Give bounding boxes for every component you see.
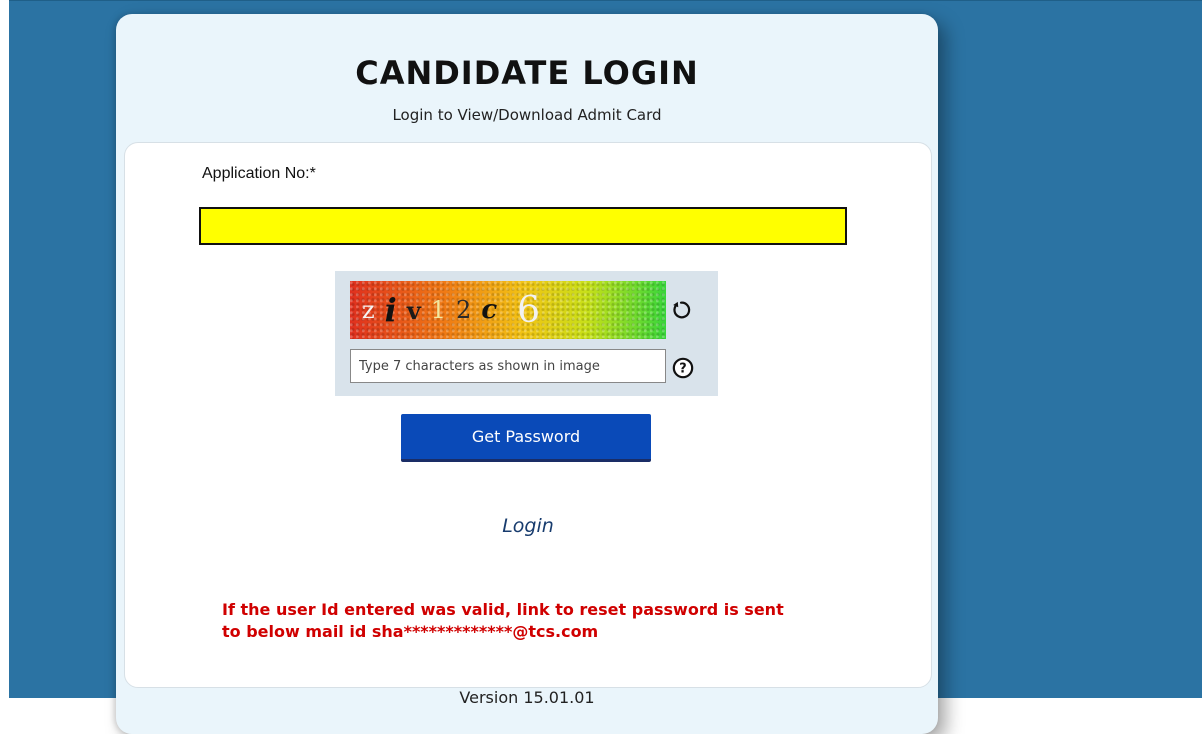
application-number-input[interactable] <box>199 207 847 245</box>
page-title: CANDIDATE LOGIN <box>355 54 699 92</box>
login-card: CANDIDATE LOGIN Login to View/Download A… <box>116 14 938 734</box>
status-message: If the user Id entered was valid, link t… <box>222 599 882 643</box>
captcha-char: i <box>384 291 397 329</box>
status-message-line: If the user Id entered was valid, link t… <box>222 600 784 619</box>
captcha-char: 2 <box>456 296 472 324</box>
captcha-image: z i v 1 2 c 6 <box>350 281 666 339</box>
captcha-char: 1 <box>430 296 447 324</box>
application-number-label: Application No:* <box>202 165 316 182</box>
svg-text:?: ? <box>679 362 686 377</box>
captcha-input[interactable] <box>350 349 666 383</box>
login-link[interactable]: Login <box>125 515 931 537</box>
get-password-button[interactable]: Get Password <box>401 414 651 462</box>
captcha-panel: z i v 1 2 c 6 ? <box>335 271 718 396</box>
captcha-char: v <box>406 295 421 325</box>
captcha-char: z <box>362 296 375 324</box>
status-message-line: to below mail id sha*************@tcs.co… <box>222 622 599 641</box>
login-form-panel: Application No:* z i v 1 2 c 6 Type 7 ch… <box>124 142 932 688</box>
help-icon[interactable]: ? <box>672 357 694 379</box>
captcha-char: 6 <box>517 289 541 331</box>
refresh-icon[interactable] <box>670 299 692 321</box>
page-subtitle: Login to View/Download Admit Card <box>392 106 662 124</box>
captcha-char: c <box>481 295 498 325</box>
captcha-characters: z i v 1 2 c 6 <box>350 281 666 339</box>
